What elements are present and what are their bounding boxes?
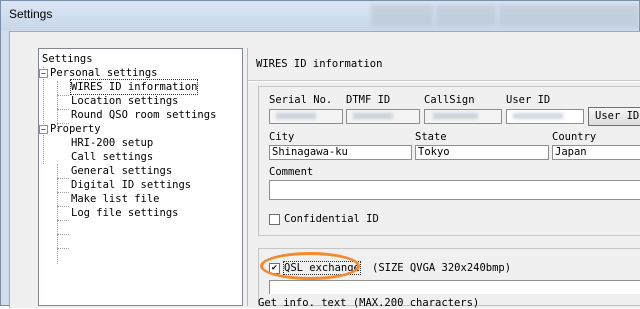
window-title: Settings xyxy=(9,7,53,21)
dialog-client-area: Settings − Personal settings WIRES ID in… xyxy=(9,31,640,309)
blurred-title-info xyxy=(499,4,639,26)
serial-no-label: Serial No. xyxy=(269,94,333,106)
callsign-field xyxy=(424,109,502,124)
comment-field[interactable] xyxy=(269,180,640,200)
tree-connector xyxy=(43,67,44,164)
settings-panel: WIRES ID information Serial No. DTMF ID … xyxy=(247,48,640,309)
blurred-value xyxy=(433,113,478,119)
tree-connector xyxy=(57,220,69,221)
divider xyxy=(248,80,640,82)
city-field[interactable]: Shinagawa-ku xyxy=(269,145,412,160)
blurred-title-info xyxy=(371,4,433,26)
confidential-id-label: Confidential ID xyxy=(284,213,379,225)
country-label: Country xyxy=(552,131,597,143)
blurred-value xyxy=(276,113,316,119)
state-label: State xyxy=(415,131,447,143)
tree-item-log-file-settings[interactable]: Log file settings xyxy=(71,206,178,220)
blurred-value xyxy=(353,113,393,119)
tree-connector xyxy=(57,164,58,264)
tree-item-hri-200-setup[interactable]: HRI-200 setup xyxy=(71,136,153,150)
dtmf-id-field xyxy=(346,109,420,124)
user-id-check-button[interactable]: User ID ch xyxy=(588,107,640,126)
serial-no-field xyxy=(269,109,343,124)
tree-connector xyxy=(57,178,69,179)
tree-item-personal-settings[interactable]: Personal settings xyxy=(50,66,157,80)
get-info-text-label: Get info. text (MAX.200 characters) xyxy=(258,297,480,309)
tree-item-general-settings[interactable]: General settings xyxy=(71,164,172,178)
wires-id-group: Serial No. DTMF ID CallSign User ID User… xyxy=(258,86,640,236)
tree-item-property[interactable]: Property xyxy=(50,122,101,136)
tree-connector xyxy=(57,234,69,235)
tree-connector xyxy=(57,206,69,207)
tree-connector xyxy=(57,248,69,249)
country-field[interactable]: Japan xyxy=(552,145,640,160)
tree-item-location-settings[interactable]: Location settings xyxy=(71,94,178,108)
collapse-icon[interactable]: − xyxy=(39,125,48,134)
user-id-field[interactable] xyxy=(506,109,584,124)
tree-item-make-list-file[interactable]: Make list file xyxy=(71,192,160,206)
tree-connector xyxy=(57,109,69,110)
callsign-label: CallSign xyxy=(424,94,475,106)
tree-item-settings[interactable]: Settings xyxy=(42,52,93,66)
user-id-label: User ID xyxy=(506,94,551,106)
tree-connector xyxy=(57,192,69,193)
collapse-icon[interactable]: − xyxy=(39,69,48,78)
blurred-value xyxy=(513,113,563,119)
dtmf-id-label: DTMF ID xyxy=(346,94,391,106)
blurred-title-info xyxy=(436,4,496,26)
confidential-id-checkbox[interactable] xyxy=(269,214,280,225)
highlight-circle xyxy=(260,252,360,280)
comment-label: Comment xyxy=(269,166,314,178)
panel-title: WIRES ID information xyxy=(256,58,383,70)
tree-connector xyxy=(57,95,69,96)
state-field[interactable]: Tokyo xyxy=(415,145,549,160)
settings-window: Settings Settings − Personal settings WI… xyxy=(0,0,640,309)
qsl-image-field[interactable] xyxy=(269,280,640,294)
tree-item-wires-id-information[interactable]: WIRES ID information xyxy=(69,79,199,95)
qsl-size-label: (SIZE QVGA 320x240bmp) xyxy=(372,262,512,274)
settings-tree[interactable]: Settings − Personal settings WIRES ID in… xyxy=(38,48,243,306)
tree-item-round-qso-room-settings[interactable]: Round QSO room settings xyxy=(71,108,216,122)
city-label: City xyxy=(269,131,295,143)
title-bar[interactable]: Settings xyxy=(1,1,639,30)
tree-item-call-settings[interactable]: Call settings xyxy=(71,150,153,164)
tree-item-digital-id-settings[interactable]: Digital ID settings xyxy=(71,178,191,192)
